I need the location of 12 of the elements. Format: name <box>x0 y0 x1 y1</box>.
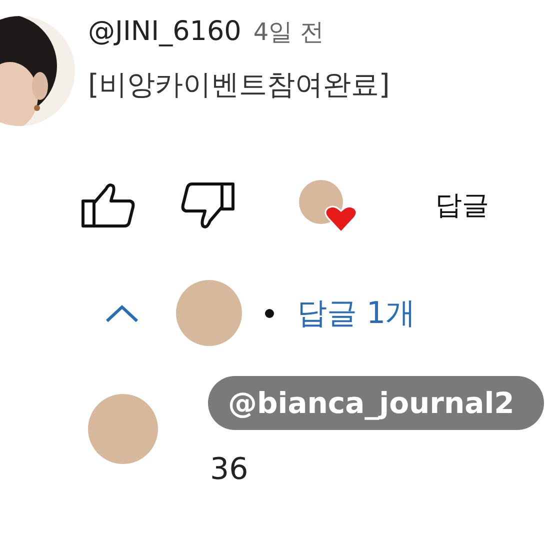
dot-icon <box>265 308 274 318</box>
comment-time: 4일 전 <box>253 17 324 48</box>
like-icon[interactable] <box>80 181 136 229</box>
avatar-icon <box>176 280 242 346</box>
replies-link[interactable]: 답글 1개 <box>297 292 416 334</box>
comment-author[interactable]: @JINI_6160 <box>88 16 242 47</box>
mention-chip[interactable]: @bianca_journal2 <box>208 376 544 430</box>
reply-button[interactable]: 답글 <box>435 187 489 223</box>
reply-text: 36 <box>210 452 250 487</box>
comment-text: [비앙카이벤트참여완료] <box>88 67 390 103</box>
chevron-icon[interactable] <box>104 303 140 323</box>
avatar-icon <box>88 394 158 464</box>
